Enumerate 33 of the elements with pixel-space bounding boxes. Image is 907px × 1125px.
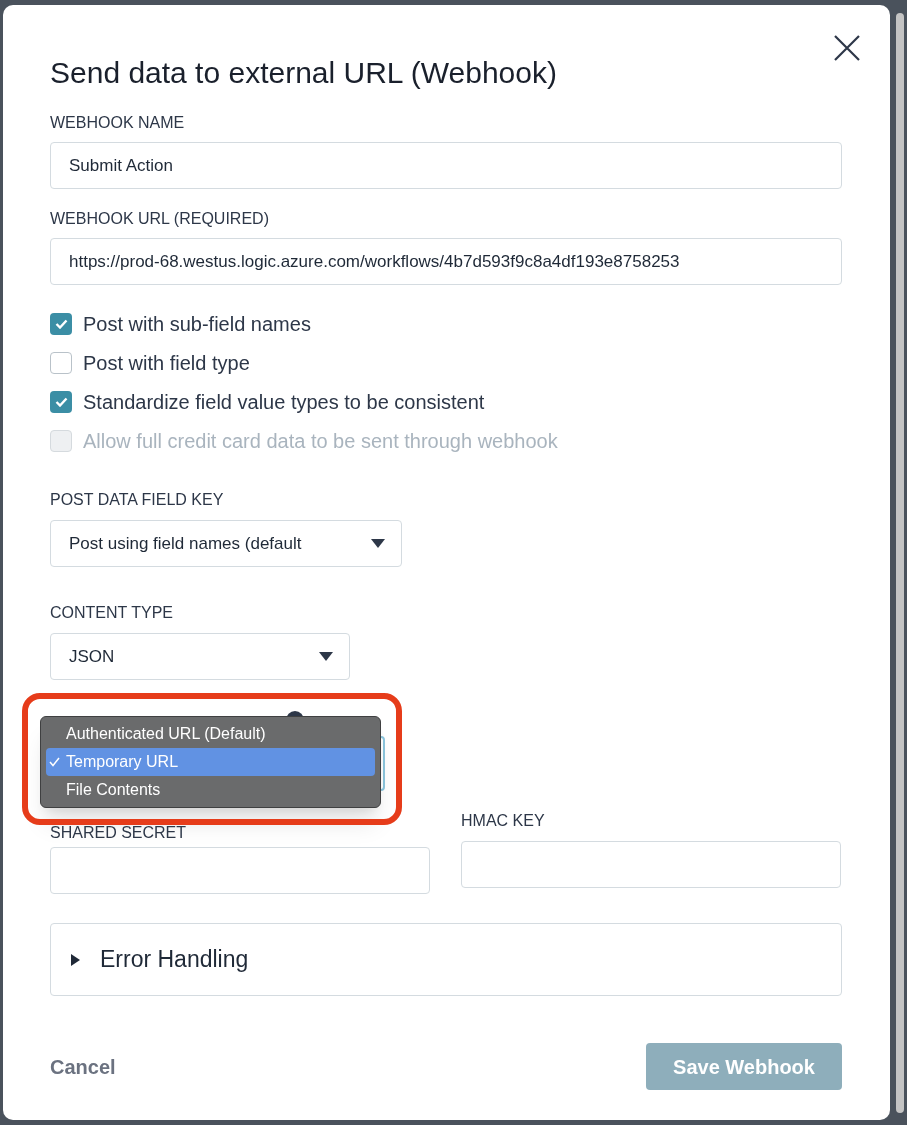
- field-label: WEBHOOK NAME: [50, 113, 186, 133]
- checkbox[interactable]: [50, 313, 72, 335]
- checkbox-label: Post with field type: [83, 351, 250, 376]
- select-field[interactable]: Post using field names (default: [50, 520, 402, 567]
- field-label: CONTENT TYPE: [50, 603, 174, 623]
- error-handling-section[interactable]: Error Handling: [50, 923, 842, 996]
- field-label: WEBHOOK URL (REQUIRED): [50, 209, 270, 229]
- caret-icon: [319, 651, 333, 662]
- select-value: Post using field names (default: [69, 532, 302, 555]
- check-icon: [54, 397, 68, 407]
- close-icon: [834, 35, 860, 61]
- menu-option[interactable]: Authenticated URL (Default): [46, 720, 375, 748]
- checkbox[interactable]: [50, 352, 72, 374]
- caret-icon: [371, 538, 385, 549]
- close-button[interactable]: [832, 33, 862, 63]
- menu-option[interactable]: File Contents: [46, 776, 375, 804]
- input-field[interactable]: [461, 841, 841, 888]
- field-label: HMAC KEY: [461, 811, 546, 831]
- checkbox-label: Allow full credit card data to be sent through webhook: [83, 429, 558, 454]
- check-icon: [54, 319, 68, 329]
- input-field[interactable]: [50, 847, 430, 894]
- checkbox-label: Post with sub-field names: [83, 312, 311, 337]
- checkbox-label: Standardize field value types to be consistent: [83, 390, 485, 415]
- check-icon: [49, 757, 60, 767]
- cancel-button[interactable]: Cancel: [50, 1051, 116, 1082]
- checkbox[interactable]: [50, 391, 72, 413]
- field-label: POST DATA FIELD KEY: [50, 490, 225, 510]
- select-field[interactable]: JSON: [50, 633, 350, 680]
- field-label: SHARED SECRET: [50, 823, 188, 843]
- text-field[interactable]: Submit Action: [50, 142, 842, 189]
- dialog-title: Send data to external URL (Webhook): [50, 55, 558, 91]
- text-field[interactable]: https://prod-68.westus.logic.azure.com/workflows/4b7d593f9c8a4df193e8758253: [50, 238, 842, 285]
- select-value: JSON: [69, 645, 115, 668]
